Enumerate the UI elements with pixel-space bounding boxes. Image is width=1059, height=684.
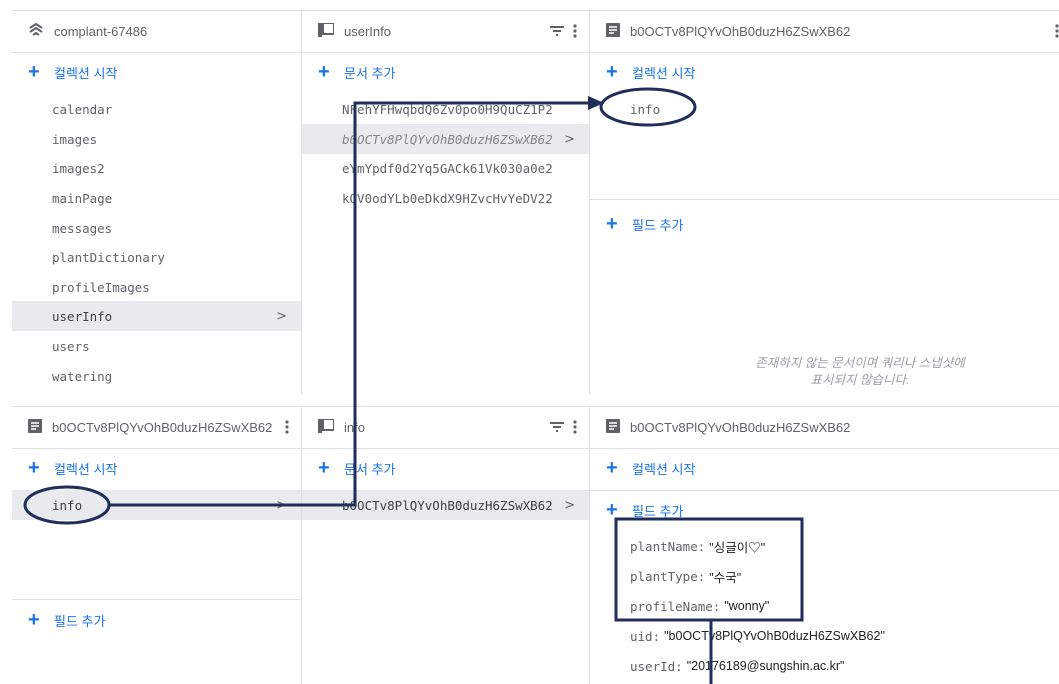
chevron-right-icon: > — [276, 497, 287, 513]
document-icon — [606, 419, 620, 436]
document-icon — [606, 23, 620, 40]
add-field-button[interactable]: + 필드 추가 — [590, 209, 1059, 239]
field-profilename[interactable]: profileName: "wonny" — [630, 592, 769, 620]
filter-icon[interactable] — [549, 25, 565, 40]
collection-item-images2[interactable]: images2 — [12, 153, 301, 183]
plus-icon: + — [28, 61, 40, 83]
document-column: b0OCTv8PlQYvOhB0duzH6ZSwXB62 + 컬렉션 시작 in… — [589, 11, 1059, 394]
info-title: info — [344, 420, 365, 435]
collection-item-plantdictionary[interactable]: plantDictionary — [12, 242, 301, 272]
userinfo-header: userInfo — [302, 11, 589, 53]
top-firestore-panel: complant-67486 + 컬렉션 시작 calendar images … — [12, 10, 1059, 394]
detail-header: b0OCTv8PlQYvOhB0duzH6ZSwXB62 — [590, 407, 1059, 449]
root-header: complant-67486 — [12, 11, 301, 53]
divider — [590, 199, 1059, 200]
bottom-firestore-panel: b0OCTv8PlQYvOhB0duzH6ZSwXB62 + 컬렉션 시작 in… — [12, 406, 1059, 684]
userinfo-title: userInfo — [344, 24, 391, 39]
document-item[interactable]: eYmYpdf0d2Yq5GACk61Vk030a0e2 — [302, 153, 589, 183]
document-item[interactable]: NFehYFHwqbdQ6Zv0po0H9QuCZ1P2 — [302, 94, 589, 124]
field-planttype[interactable]: plantType: "수국" — [630, 562, 741, 590]
bottom-document-header: b0OCTv8PlQYvOhB0duzH6ZSwXB62 — [12, 407, 301, 449]
collection-item-users[interactable]: users — [12, 331, 301, 361]
document-header: b0OCTv8PlQYvOhB0duzH6ZSwXB62 — [590, 11, 1059, 53]
more-vert-icon[interactable] — [285, 419, 289, 437]
firestore-logo-icon — [28, 22, 44, 41]
subcollection-item-info[interactable]: info — [590, 94, 1059, 124]
collection-item-mainpage[interactable]: mainPage — [12, 183, 301, 213]
chevron-right-icon: > — [276, 308, 287, 324]
document-item[interactable]: kOV0odYLb0eDkdX9HZvcHvYeDV22 — [302, 183, 589, 213]
plus-icon: + — [28, 457, 40, 479]
add-document-button[interactable]: + 문서 추가 — [302, 57, 589, 87]
more-vert-icon[interactable] — [573, 419, 577, 437]
start-collection-button[interactable]: + 컬렉션 시작 — [12, 453, 301, 483]
start-collection-button[interactable]: + 컬렉션 시작 — [12, 57, 301, 87]
plus-icon: + — [606, 499, 618, 521]
plus-icon: + — [28, 609, 40, 631]
add-field-button[interactable]: + 필드 추가 — [12, 605, 301, 635]
collection-item-messages[interactable]: messages — [12, 213, 301, 243]
detail-title: b0OCTv8PlQYvOhB0duzH6ZSwXB62 — [630, 420, 851, 435]
document-item-selected[interactable]: b0OCTv8PlQYvOhB0duzH6ZSwXB62 > — [302, 490, 589, 520]
more-vert-icon[interactable] — [1055, 23, 1059, 41]
project-title: complant-67486 — [54, 24, 148, 39]
detail-column: b0OCTv8PlQYvOhB0duzH6ZSwXB62 + 컬렉션 시작 + … — [589, 407, 1059, 684]
info-header: info — [302, 407, 589, 449]
collection-item-watering[interactable]: watering — [12, 361, 301, 391]
start-collection-button[interactable]: + 컬렉션 시작 — [590, 57, 1059, 87]
collection-item-userinfo[interactable]: userInfo > — [12, 301, 301, 331]
chevron-right-icon: > — [564, 497, 575, 513]
info-column: info + 문서 추가 b0OCTv8PlQYvOhB0duzH6ZSwXB6… — [301, 407, 589, 684]
divider — [12, 599, 301, 600]
userinfo-column: userInfo + 문서 추가 NFehYFHwqbdQ6Zv0po0H9Qu… — [301, 11, 589, 394]
document-title: b0OCTv8PlQYvOhB0duzH6ZSwXB62 — [52, 420, 273, 435]
missing-document-note: 존재하지 않는 문서이며 쿼리나 스냅샷에 표시되지 않습니다. — [755, 356, 965, 387]
divider — [590, 490, 1059, 491]
plus-icon: + — [606, 213, 618, 235]
plus-icon: + — [606, 457, 618, 479]
start-collection-button[interactable]: + 컬렉션 시작 — [590, 453, 1059, 483]
plus-icon: + — [318, 457, 330, 479]
collection-item-images[interactable]: images — [12, 124, 301, 154]
add-document-button[interactable]: + 문서 추가 — [302, 453, 589, 483]
collection-item-profileimages[interactable]: profileImages — [12, 272, 301, 302]
more-vert-icon[interactable] — [573, 23, 577, 41]
bottom-document-column: b0OCTv8PlQYvOhB0duzH6ZSwXB62 + 컬렉션 시작 in… — [12, 407, 301, 684]
collection-icon — [318, 22, 335, 40]
document-title: b0OCTv8PlQYvOhB0duzH6ZSwXB62 — [630, 24, 851, 39]
field-userid[interactable]: userId: "20176189@sungshin.ac.kr" — [630, 652, 844, 680]
chevron-right-icon: > — [564, 131, 575, 147]
plus-icon: + — [606, 61, 618, 83]
filter-icon[interactable] — [549, 421, 565, 436]
document-icon — [28, 419, 42, 436]
subcollection-item-info[interactable]: info > — [12, 490, 301, 520]
field-plantname[interactable]: plantName: "싱글이♡" — [630, 532, 765, 560]
add-field-button[interactable]: + 필드 추가 — [590, 495, 1059, 525]
field-uid[interactable]: uid: "b0OCTv8PlQYvOhB0duzH6ZSwXB62" — [630, 622, 885, 650]
collection-icon — [318, 418, 335, 436]
plus-icon: + — [318, 61, 330, 83]
root-column: complant-67486 + 컬렉션 시작 calendar images … — [12, 11, 301, 394]
document-item-selected[interactable]: b0OCTv8PlQYvOhB0duzH6ZSwXB62 > — [302, 124, 589, 154]
collection-item-calendar[interactable]: calendar — [12, 94, 301, 124]
